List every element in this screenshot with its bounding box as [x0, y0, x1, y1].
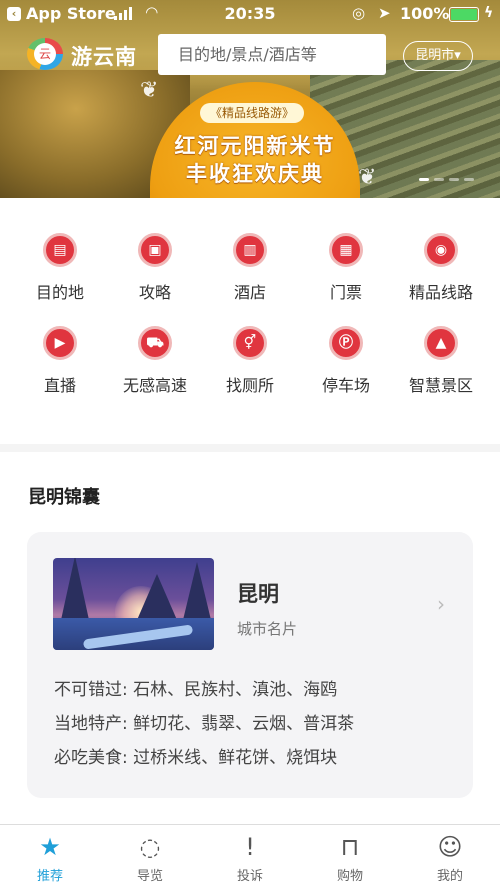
app-logo-icon [27, 38, 63, 70]
must-eat-row: 必吃美食: 过桥米线、鲜花饼、烧饵块 [54, 748, 338, 768]
city-thumbnail [53, 558, 214, 650]
category-highway[interactable]: ⛟ 无感高速 [105, 326, 205, 396]
mountain-icon: ▲ [424, 326, 458, 360]
banner-dot [434, 178, 444, 181]
search-box[interactable] [158, 34, 386, 75]
tab-complaint[interactable]: ! 投诉 [200, 831, 300, 884]
status-bar: ‹ App Store ◠ 20:35 ◎ ➤ 100% ϟ [0, 0, 500, 28]
category-destination[interactable]: ▤ 目的地 [10, 233, 110, 303]
route-icon: ◉ [424, 233, 458, 267]
category-label: 停车场 [321, 376, 370, 395]
banner-title-line2: 丰收狂欢庆典 [186, 161, 324, 186]
ticket-icon: ▦ [329, 233, 363, 267]
tab-recommend[interactable]: ★ 推荐 [0, 831, 100, 884]
section-title: 昆明锦囊 [28, 487, 100, 508]
chevron-right-icon[interactable]: › [437, 592, 445, 616]
banner-dot [449, 178, 459, 181]
category-route[interactable]: ◉ 精品线路 [391, 233, 491, 303]
thumbnail-rock [61, 558, 89, 620]
complaint-icon: ! [245, 833, 255, 861]
category-grid: ▤ 目的地 ▣ 攻略 ▥ 酒店 ▦ 门票 ◉ 精品线路 ▶ 直播 ⛟ 无感高速 … [0, 198, 500, 444]
city-tips-section: 昆明锦囊 昆明 城市名片 › 不可错过: 石林、民族村、滇池、海鸥 当地特产: … [0, 452, 500, 824]
category-parking[interactable]: Ⓟ 停车场 [296, 326, 396, 396]
category-ticket[interactable]: ▦ 门票 [296, 233, 396, 303]
specialties-row: 当地特产: 鲜切花、翡翠、云烟、普洱茶 [54, 714, 355, 734]
top-bar: 游云南 昆明市▾ [0, 32, 500, 78]
banner-dot [464, 178, 474, 181]
tab-label: 我的 [436, 869, 463, 884]
banner-pagination [419, 178, 474, 181]
city-subtitle: 城市名片 [237, 620, 298, 638]
battery-icon [449, 7, 479, 22]
battery-percent: 100% [400, 4, 450, 23]
category-label: 无感高速 [122, 376, 187, 395]
tab-profile[interactable]: ☺ 我的 [400, 831, 500, 884]
search-input[interactable] [158, 34, 386, 75]
banner-title-line1: 红河元阳新米节 [174, 133, 336, 158]
city-selector[interactable]: 昆明市▾ [403, 41, 473, 71]
destination-icon: ▤ [43, 233, 77, 267]
category-guide[interactable]: ▣ 攻略 [105, 233, 205, 303]
tab-shopping[interactable]: ⊓ 购物 [300, 831, 400, 884]
rotation-lock-icon: ◎ [352, 4, 366, 22]
car-icon: ⛟ [138, 326, 172, 360]
category-hotel[interactable]: ▥ 酒店 [200, 233, 300, 303]
category-smart-scenic[interactable]: ▲ 智慧景区 [391, 326, 491, 396]
tab-guide[interactable]: ◌ 导览 [100, 831, 200, 884]
category-label: 目的地 [35, 283, 84, 302]
banner-tag: 《精品线路游》 [200, 103, 304, 123]
shopping-bag-icon: ⊓ [340, 833, 360, 861]
tab-label: 推荐 [36, 869, 63, 884]
hero-banner[interactable]: ❦ ❦ 《精品线路游》 红河元阳新米节 丰收狂欢庆典 ‹ App Store ◠… [0, 0, 500, 198]
tab-label: 购物 [336, 869, 363, 884]
category-label: 直播 [43, 376, 76, 395]
city-name: 昆明 [237, 582, 279, 606]
parking-icon: Ⓟ [329, 326, 363, 360]
thumbnail-rock [183, 562, 211, 620]
app-logo-text: 游云南 [71, 45, 137, 69]
tab-label: 导览 [136, 869, 163, 884]
wheat-icon: ❦ [358, 165, 377, 190]
live-icon: ▶ [43, 326, 77, 360]
category-label: 智慧景区 [408, 376, 473, 395]
category-label: 酒店 [233, 283, 266, 302]
star-icon: ★ [39, 833, 61, 861]
category-label: 找厕所 [225, 376, 274, 395]
location-arrow-icon: ➤ [378, 4, 391, 22]
toilet-icon: ⚥ [233, 326, 267, 360]
category-live[interactable]: ▶ 直播 [10, 326, 110, 396]
must-see-row: 不可错过: 石林、民族村、滇池、海鸥 [54, 680, 338, 700]
category-label: 门票 [329, 283, 362, 302]
guide-icon: ▣ [138, 233, 172, 267]
category-label: 攻略 [138, 283, 171, 302]
category-label: 精品线路 [408, 283, 473, 302]
category-toilet[interactable]: ⚥ 找厕所 [200, 326, 300, 396]
city-card[interactable]: 昆明 城市名片 › 不可错过: 石林、民族村、滇池、海鸥 当地特产: 鲜切花、翡… [27, 532, 473, 798]
banner-dot [419, 178, 429, 181]
wheat-icon: ❦ [140, 78, 159, 103]
bottom-tab-bar: ★ 推荐 ◌ 导览 ! 投诉 ⊓ 购物 ☺ 我的 [0, 824, 500, 889]
charging-bolt-icon: ϟ [484, 5, 494, 21]
tab-label: 投诉 [236, 869, 263, 884]
thumbnail-rock [137, 574, 177, 620]
audio-guide-icon: ◌ [139, 833, 161, 861]
hotel-icon: ▥ [233, 233, 267, 267]
profile-icon: ☺ [437, 833, 463, 861]
